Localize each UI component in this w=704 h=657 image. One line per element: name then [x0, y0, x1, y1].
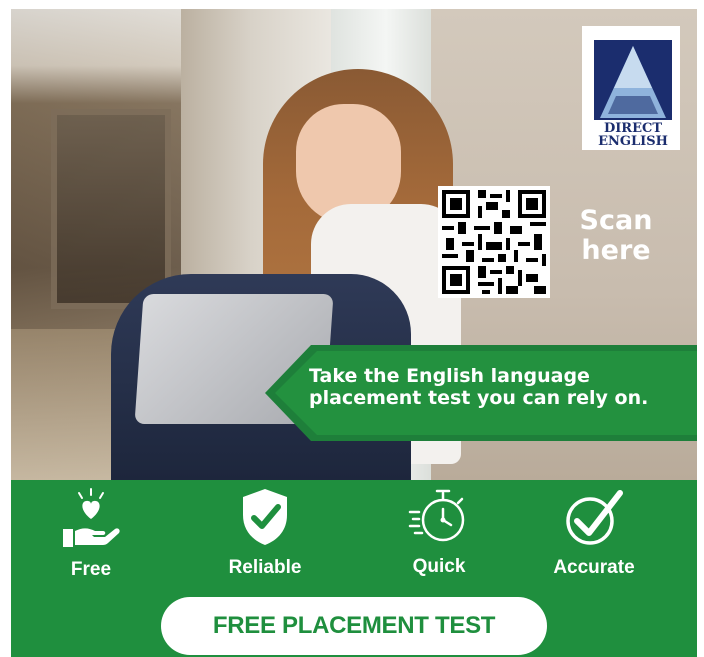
qr-code[interactable]: [438, 186, 550, 298]
banner-line-1: Take the English language: [309, 365, 590, 387]
feature-label-free: Free: [70, 559, 112, 580]
promo-card: DIRECT ENGLISH Scan here Take the Englis…: [11, 9, 697, 657]
banner-text: Take the English language placement test…: [309, 365, 697, 409]
stopwatch-icon: [408, 489, 465, 542]
circle-check-icon: [566, 490, 623, 545]
feature-label-quick: Quick: [412, 556, 466, 577]
hallway-door: [51, 109, 171, 309]
shield-check-icon: [243, 489, 287, 545]
feature-reliable: Reliable: [190, 480, 340, 579]
scan-here-caption: Scan here: [556, 206, 676, 266]
logo-triangle-icon: [594, 40, 672, 120]
tagline-banner: Take the English language placement test…: [265, 345, 697, 441]
feature-quick: Quick: [364, 480, 514, 578]
direct-english-logo: DIRECT ENGLISH: [582, 26, 680, 150]
banner-line-2: placement test you can rely on.: [309, 387, 649, 409]
scan-line-1: Scan: [579, 205, 653, 236]
student-photo: DIRECT ENGLISH Scan here Take the Englis…: [11, 9, 697, 480]
feature-accurate: Accurate: [519, 480, 669, 579]
scan-line-2: here: [581, 235, 651, 266]
feature-label-accurate: Accurate: [553, 557, 635, 578]
heart-hand-icon: [63, 488, 120, 547]
logo-line-2: ENGLISH: [598, 134, 668, 149]
free-placement-test-button[interactable]: FREE PLACEMENT TEST: [161, 597, 547, 655]
feature-free: Free: [16, 480, 166, 581]
feature-label-reliable: Reliable: [228, 557, 302, 578]
